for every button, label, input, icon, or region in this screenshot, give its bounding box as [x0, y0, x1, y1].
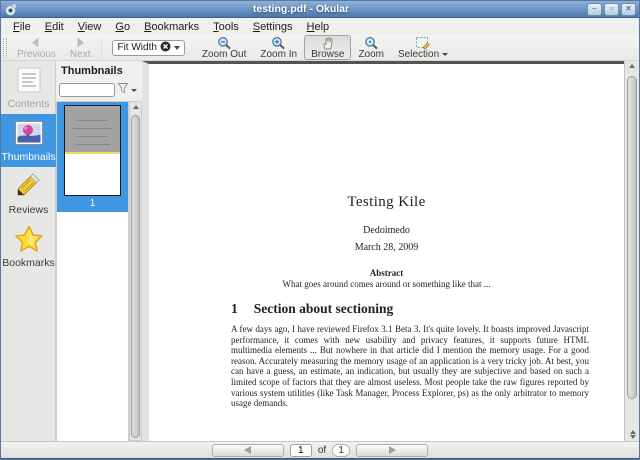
browse-button[interactable]: Browse: [304, 35, 352, 60]
okular-icon: [4, 3, 17, 16]
thumbnail-viewport-shade: [65, 106, 120, 155]
thumbnail-filter-row: [56, 79, 142, 102]
scroll-up-icon[interactable]: [132, 105, 139, 109]
page-navigation-bar: of 1: [1, 441, 639, 458]
section-heading: 1 Section about sectioning: [231, 301, 624, 317]
clear-icon[interactable]: [160, 41, 171, 55]
thumbnails-panel-header: Thumbnails: [61, 65, 123, 77]
zoom-tool-label: Zoom: [358, 49, 384, 60]
page-prev-icon: [244, 446, 252, 454]
section-title: Section about sectioning: [253, 301, 394, 316]
thumbnails-panel: Thumbnails 1: [56, 61, 142, 441]
menu-file[interactable]: File: [6, 20, 38, 34]
selection-icon: [415, 36, 431, 50]
zoom-out-label: Zoom Out: [201, 49, 247, 60]
reviews-icon: [15, 172, 43, 203]
contents-icon: [15, 66, 43, 97]
thumbnail-scrollbar-thumb[interactable]: [131, 115, 140, 438]
sidebar-item-label: Bookmarks: [2, 257, 55, 269]
next-icon: [72, 36, 88, 49]
scroll-up-icon: [629, 64, 635, 68]
selection-button[interactable]: Selection: [391, 35, 455, 60]
sidebar-item-bookmarks[interactable]: Bookmarks: [1, 220, 56, 273]
next-label: Next: [69, 49, 91, 60]
filter-caret-icon[interactable]: [131, 88, 137, 92]
zoom-icon: [364, 36, 379, 49]
sidebar-item-contents[interactable]: Contents: [1, 61, 56, 114]
scroll-down-icon[interactable]: [629, 435, 636, 439]
section-number: 1: [231, 301, 238, 316]
menu-tools[interactable]: Tools: [206, 20, 246, 34]
scroll-up-icon[interactable]: [629, 430, 636, 434]
zoom-tool-button[interactable]: Zoom: [351, 35, 391, 60]
selection-caret-icon: [442, 53, 449, 56]
menu-go[interactable]: Go: [108, 20, 137, 34]
minimize-button[interactable]: –: [587, 2, 602, 16]
document-date: March 28, 2009: [354, 242, 419, 253]
okular-window: testing.pdf - Okular – ▫ ✕ File Edit Vie…: [0, 0, 640, 460]
next-button[interactable]: Next: [63, 35, 98, 60]
previous-page-button[interactable]: [211, 443, 284, 457]
zoom-out-button[interactable]: Zoom Out: [195, 35, 253, 60]
maximize-button[interactable]: ▫: [604, 2, 619, 16]
previous-button[interactable]: Previous: [10, 35, 63, 60]
document-view[interactable]: Testing Kile Dedoimedo March 28, 2009 Ab…: [142, 61, 625, 441]
zoom-out-icon: [217, 36, 232, 49]
thumbnail-page-number: 1: [89, 198, 96, 209]
of-label: of: [317, 444, 327, 456]
menu-view[interactable]: View: [71, 20, 109, 34]
document-body-text: A few days ago, I have reviewed Firefox …: [231, 324, 589, 409]
sidebar-item-reviews[interactable]: Reviews: [1, 167, 56, 220]
abstract-text: What goes around comes around or somethi…: [282, 279, 491, 289]
sidebar: Contents Thumbnails Reviews Bookmarks: [1, 61, 56, 441]
window-title: testing.pdf - Okular: [252, 3, 350, 15]
menu-help[interactable]: Help: [300, 20, 337, 34]
page-next-icon: [388, 446, 396, 454]
thumbnail-item-1[interactable]: 1: [57, 102, 128, 212]
menu-edit[interactable]: Edit: [38, 20, 71, 34]
menubar: File Edit View Go Bookmarks Tools Settin…: [1, 19, 639, 35]
total-pages-badge: 1: [332, 443, 351, 457]
menu-settings[interactable]: Settings: [246, 20, 300, 34]
toolbar-drag-handle[interactable]: [3, 37, 7, 58]
sidebar-item-thumbnails[interactable]: Thumbnails: [1, 114, 56, 167]
browse-label: Browse: [311, 49, 345, 60]
document-author: Dedoimedo: [363, 225, 410, 236]
zoom-in-icon: [271, 36, 286, 49]
zoom-in-button[interactable]: Zoom In: [253, 35, 304, 60]
thumbnails-icon: [14, 119, 44, 150]
document-vertical-scrollbar[interactable]: [624, 61, 639, 441]
sidebar-item-label: Contents: [7, 98, 50, 110]
document-scrollbar-spinners[interactable]: [625, 430, 639, 439]
selection-label: Selection: [398, 49, 440, 60]
next-page-button[interactable]: [356, 443, 429, 457]
combo-caret-icon[interactable]: [173, 45, 180, 50]
toolbar: Previous Next Fit Width Zoom Out Zoom In…: [1, 35, 639, 61]
thumbnail-list: 1: [56, 101, 129, 441]
menu-bookmarks[interactable]: Bookmarks: [137, 20, 206, 34]
previous-icon: [28, 36, 44, 49]
bookmarks-icon: [14, 225, 44, 256]
thumbnail-scrollbar[interactable]: [129, 101, 142, 441]
previous-label: Previous: [17, 49, 56, 60]
thumbnail-filter-input[interactable]: [59, 83, 115, 97]
sidebar-item-label: Reviews: [8, 204, 49, 216]
document-title: Testing Kile: [347, 194, 426, 210]
thumbnail-page-image[interactable]: [64, 105, 121, 196]
current-page-input[interactable]: [289, 443, 312, 457]
browse-icon: [321, 36, 335, 49]
sidebar-item-label: Thumbnails: [1, 151, 56, 163]
close-button[interactable]: ✕: [621, 2, 636, 16]
toolbar-separator: [101, 37, 103, 58]
titlebar[interactable]: testing.pdf - Okular – ▫ ✕: [1, 1, 639, 18]
abstract-heading: Abstract: [369, 268, 404, 278]
zoom-combo[interactable]: Fit Width: [112, 39, 185, 56]
zoom-combo-value: Fit Width: [117, 42, 157, 53]
document-scrollbar-thumb[interactable]: [627, 76, 637, 399]
filter-icon[interactable]: [117, 81, 129, 99]
zoom-in-label: Zoom In: [260, 49, 298, 60]
pdf-page[interactable]: Testing Kile Dedoimedo March 28, 2009 Ab…: [149, 64, 624, 441]
